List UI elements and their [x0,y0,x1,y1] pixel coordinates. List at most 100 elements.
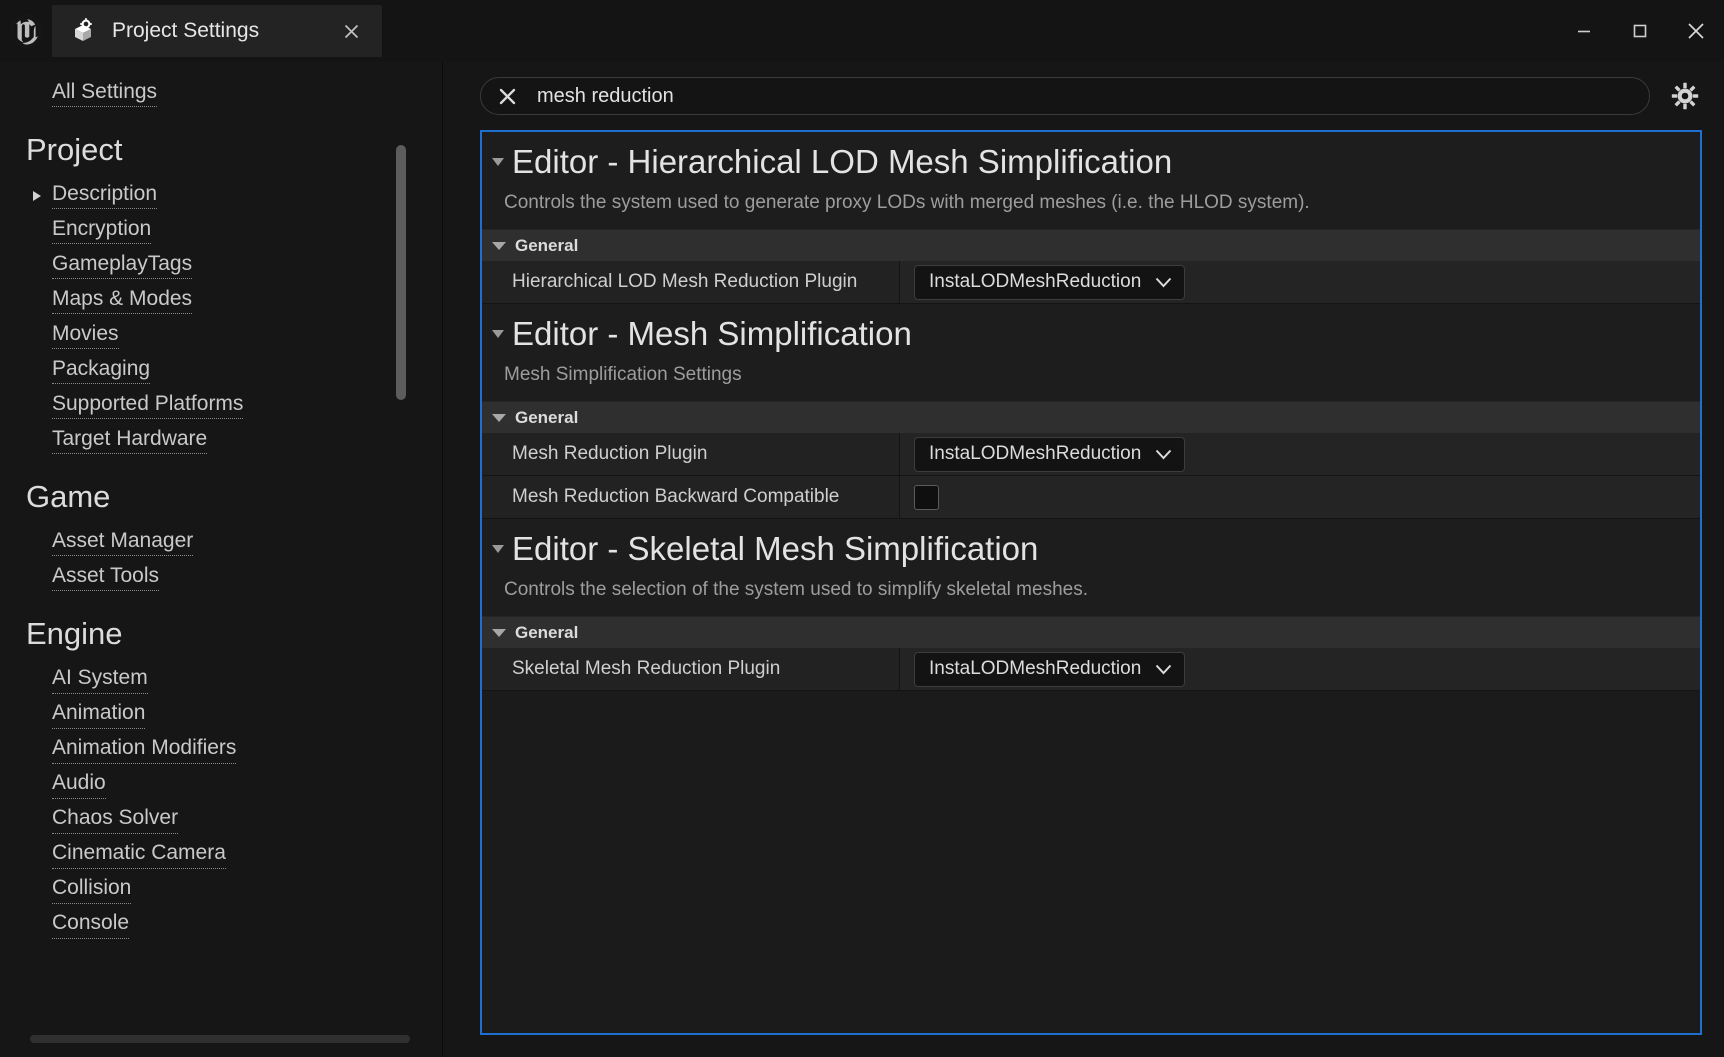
group-label: General [515,622,579,642]
sidebar-item-label[interactable]: Audio [52,771,106,799]
sidebar-item-supported-platforms[interactable]: Supported Platforms [0,388,442,423]
section-hierarchical-lod-mesh-simplification: Editor - Hierarchical LOD Mesh Simplific… [482,132,1700,304]
sidebar-item-label[interactable]: Animation Modifiers [52,736,237,764]
sidebar-item-gameplaytags[interactable]: GameplayTags [0,248,442,283]
sidebar-item-label[interactable]: Collision [52,876,132,904]
sidebar-item-asset-manager[interactable]: Asset Manager [0,525,442,560]
unreal-engine-logo-icon [0,0,52,62]
mesh-reduction-plugin-dropdown[interactable]: InstaLODMeshReduction [914,436,1186,472]
sidebar-item-packaging[interactable]: Packaging [0,353,442,388]
minimize-button[interactable] [1556,0,1612,62]
sidebar-item-animation[interactable]: Animation [0,698,442,733]
window-close-button[interactable] [1668,0,1724,62]
sidebar-item-label[interactable]: Movies [52,322,119,350]
mesh-reduction-backward-compatible-checkbox[interactable] [914,484,939,510]
sidebar-item-label[interactable]: Encryption [52,217,152,245]
sidebar-item-label[interactable]: Asset Tools [52,564,159,592]
sidebar-item-console[interactable]: Console [0,908,442,943]
clear-x-icon[interactable] [495,84,519,108]
sidebar-item-label[interactable]: Chaos Solver [52,806,179,834]
gear-icon[interactable] [1668,79,1702,113]
tab-project-settings[interactable]: Project Settings [52,5,382,57]
sidebar-item-all-settings[interactable]: All Settings [0,76,442,111]
group-header-general[interactable]: General [482,401,1700,433]
skeletal-mesh-reduction-plugin-dropdown[interactable]: InstaLODMeshReduction [914,651,1186,687]
chevron-down-icon[interactable] [492,628,506,637]
chevron-down-icon[interactable] [492,157,504,166]
section-title-row[interactable]: Editor - Hierarchical LOD Mesh Simplific… [482,141,1700,182]
sidebar-item-encryption[interactable]: Encryption [0,213,442,248]
group-header-general[interactable]: General [482,229,1700,261]
scrollbar-thumb[interactable] [30,1035,410,1043]
sidebar-item-movies[interactable]: Movies [0,318,442,353]
property-row: Mesh Reduction Plugin InstaLODMeshReduct… [482,433,1700,476]
sidebar-item-label[interactable]: Supported Platforms [52,392,244,420]
chevron-right-icon[interactable] [33,190,41,201]
sidebar-item-label[interactable]: Asset Manager [52,529,194,557]
property-value: InstaLODMeshReduction [900,433,1700,475]
search-box[interactable] [480,77,1650,115]
section-title: Editor - Mesh Simplification [512,315,912,352]
chevron-down-icon[interactable] [492,329,504,338]
project-settings-window: Project Settings All Settings Project De… [0,0,1724,1057]
group-header-general[interactable]: General [482,616,1700,648]
section-mesh-simplification: Editor - Mesh Simplification Mesh Simpli… [482,304,1700,519]
sidebar-item-label[interactable]: Packaging [52,357,151,385]
property-label: Hierarchical LOD Mesh Reduction Plugin [482,261,900,303]
sidebar-item-asset-tools[interactable]: Asset Tools [0,560,442,595]
dropdown-value: InstaLODMeshReduction [929,443,1142,464]
chevron-down-icon [1155,277,1172,288]
sidebar-item-animation-modifiers[interactable]: Animation Modifiers [0,733,442,768]
sidebar-group-title-project: Project [26,132,123,167]
sidebar-group-title-engine: Engine [26,616,123,652]
sidebar-item-label[interactable]: Cinematic Camera [52,841,226,869]
section-description: Mesh Simplification Settings [504,364,742,386]
hierarchical-lod-mesh-reduction-plugin-dropdown[interactable]: InstaLODMeshReduction [914,264,1186,300]
sidebar-item-label[interactable]: All Settings [52,80,158,108]
window-controls [1556,0,1724,62]
sidebar-item-description[interactable]: Description [0,178,442,213]
sidebar-item-label[interactable]: GameplayTags [52,252,193,280]
sidebar-item-audio[interactable]: Audio [0,768,442,803]
sidebar-item-ai-system[interactable]: AI System [0,663,442,698]
chevron-down-icon[interactable] [492,544,504,553]
sidebar-vertical-scrollbar[interactable] [396,145,406,400]
section-title: Editor - Hierarchical LOD Mesh Simplific… [512,143,1173,180]
chevron-down-icon [1155,664,1172,675]
sidebar-group-title-game: Game [26,479,111,515]
sidebar-horizontal-scrollbar[interactable] [30,1035,410,1043]
property-label: Mesh Reduction Backward Compatible [482,476,900,518]
section-title-row[interactable]: Editor - Skeletal Mesh Simplification [482,528,1700,569]
search-input[interactable] [537,84,1635,108]
sidebar-item-target-hardware[interactable]: Target Hardware [0,423,442,458]
settings-content-panel: Editor - Hierarchical LOD Mesh Simplific… [480,130,1702,1035]
sidebar-item-label[interactable]: Animation [52,701,146,729]
group-label: General [515,235,579,255]
section-title-row[interactable]: Editor - Mesh Simplification [482,313,1700,354]
tab-label: Project Settings [112,19,260,42]
chevron-down-icon[interactable] [492,413,506,422]
dropdown-value: InstaLODMeshReduction [929,271,1142,292]
sidebar-item-chaos-solver[interactable]: Chaos Solver [0,803,442,838]
chevron-down-icon[interactable] [492,241,506,250]
sidebar-item-maps-and-modes[interactable]: Maps & Modes [0,283,442,318]
sidebar-item-label[interactable]: Maps & Modes [52,287,193,315]
section-skeletal-mesh-simplification: Editor - Skeletal Mesh Simplification Co… [482,519,1700,691]
property-row: Skeletal Mesh Reduction Plugin InstaLODM… [482,648,1700,691]
property-value: InstaLODMeshReduction [900,261,1700,303]
sidebar-item-collision[interactable]: Collision [0,873,442,908]
section-description: Controls the system used to generate pro… [504,192,1310,214]
sidebar-item-label[interactable]: Console [52,911,130,939]
tab-close-icon[interactable] [338,18,364,44]
sidebar-item-label[interactable]: Target Hardware [52,427,208,455]
property-value: InstaLODMeshReduction [900,648,1700,690]
sidebar-item-label[interactable]: AI System [52,666,148,694]
sidebar-item-label[interactable]: Description [52,182,158,210]
property-label: Mesh Reduction Plugin [482,433,900,475]
group-label: General [515,407,579,427]
search-bar [480,62,1702,130]
sidebar-item-cinematic-camera[interactable]: Cinematic Camera [0,838,442,873]
property-label: Skeletal Mesh Reduction Plugin [482,648,900,690]
property-row: Mesh Reduction Backward Compatible [482,476,1700,519]
maximize-button[interactable] [1612,0,1668,62]
